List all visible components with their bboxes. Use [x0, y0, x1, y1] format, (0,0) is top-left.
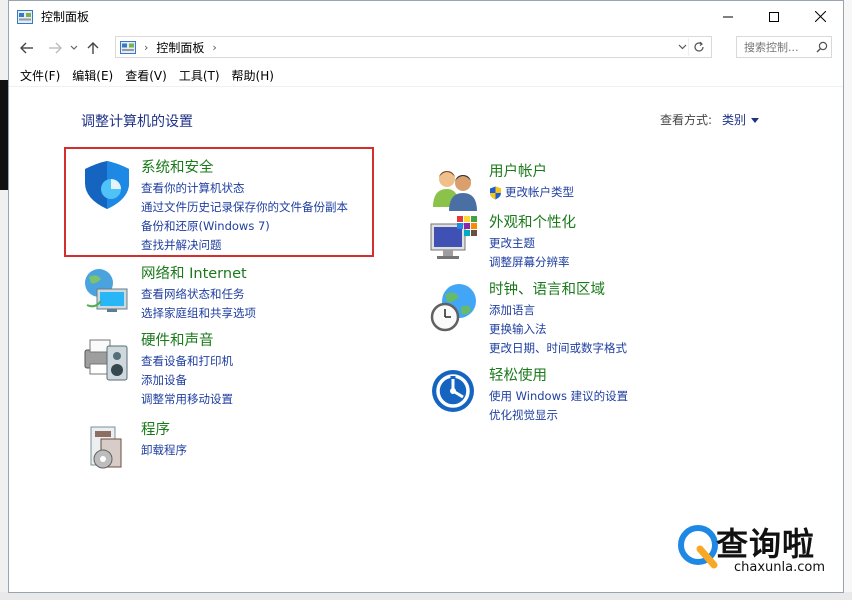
users-icon[interactable] — [429, 163, 481, 215]
page-title: 调整计算机的设置 — [81, 114, 193, 130]
link-add-device[interactable]: 添加设备 — [141, 371, 233, 390]
background-right — [844, 0, 852, 600]
arrow-up-icon — [87, 42, 99, 54]
category-programs: 程序 卸载程序 — [81, 421, 187, 473]
printer-speaker-icon[interactable] — [81, 332, 133, 384]
watermark-url: chaxunla.com — [734, 560, 825, 575]
address-bar[interactable]: › 控制面板 › — [115, 36, 712, 58]
link-date-time-format[interactable]: 更改日期、时间或数字格式 — [489, 339, 627, 358]
menu-help[interactable]: 帮助(H) — [227, 67, 279, 84]
link-recommended-settings[interactable]: 使用 Windows 建议的设置 — [489, 387, 628, 406]
category-title-ease-of-access[interactable]: 轻松使用 — [489, 367, 628, 385]
control-panel-icon — [17, 9, 33, 24]
link-network-status[interactable]: 查看网络状态和任务 — [141, 285, 256, 304]
up-button[interactable] — [81, 36, 105, 60]
menu-edit[interactable]: 编辑(E) — [67, 67, 118, 84]
category-user-accounts: 用户帐户 更改帐户类型 — [429, 163, 574, 215]
address-row: › 控制面板 › — [9, 32, 843, 64]
link-optimize-display[interactable]: 优化视觉显示 — [489, 406, 628, 425]
minimize-icon — [723, 16, 733, 17]
search-icon[interactable] — [816, 41, 828, 53]
control-panel-window: 控制面板 › 控制面板 › 搜索控制... 文件(F) 编辑(E) 查看(V) … — [8, 0, 844, 593]
link-change-theme[interactable]: 更改主题 — [489, 234, 576, 253]
view-by-label: 查看方式: — [659, 113, 712, 127]
arrow-left-icon — [20, 42, 33, 54]
control-panel-icon — [120, 40, 136, 54]
category-clock-region: 时钟、语言和区域 添加语言 更换输入法 更改日期、时间或数字格式 — [429, 281, 627, 358]
forward-button[interactable] — [43, 36, 67, 60]
category-appearance: 外观和个性化 更改主题 调整屏幕分辨率 — [429, 214, 576, 272]
category-title-hardware[interactable]: 硬件和声音 — [141, 332, 233, 350]
window-title: 控制面板 — [41, 10, 90, 24]
clock-globe-icon[interactable] — [429, 281, 481, 333]
chevron-down-icon — [70, 45, 78, 50]
view-by-dropdown[interactable]: 类别 — [722, 113, 746, 127]
uac-shield-icon — [490, 186, 501, 199]
breadcrumb-chevron-icon[interactable]: › — [212, 41, 216, 54]
breadcrumb-chevron-icon[interactable]: › — [144, 41, 148, 54]
link-screen-resolution[interactable]: 调整屏幕分辨率 — [489, 253, 576, 272]
refresh-button[interactable] — [688, 38, 709, 56]
programs-icon[interactable] — [81, 421, 133, 473]
breadcrumb-control-panel[interactable]: 控制面板 — [156, 39, 204, 56]
background-bottom — [0, 592, 852, 600]
search-box[interactable] — [736, 36, 832, 58]
menu-tools[interactable]: 工具(T) — [174, 67, 225, 84]
category-title-clock-region[interactable]: 时钟、语言和区域 — [489, 281, 627, 299]
link-devices-printers[interactable]: 查看设备和打印机 — [141, 352, 233, 371]
link-homegroup[interactable]: 选择家庭组和共享选项 — [141, 304, 256, 323]
ease-of-access-icon[interactable] — [429, 367, 481, 419]
menu-file[interactable]: 文件(F) — [15, 67, 65, 84]
menu-view[interactable]: 查看(V) — [120, 67, 172, 84]
background-left — [0, 0, 8, 600]
chevron-down-icon — [678, 44, 687, 50]
link-change-account-type[interactable]: 更改帐户类型 — [489, 183, 574, 202]
view-by: 查看方式: 类别 — [660, 111, 759, 128]
link-change-account-type-label: 更改帐户类型 — [505, 185, 574, 199]
category-hardware: 硬件和声音 查看设备和打印机 添加设备 调整常用移动设置 — [81, 332, 233, 409]
close-button[interactable] — [797, 1, 843, 32]
category-title-programs[interactable]: 程序 — [141, 421, 187, 439]
recent-locations-button[interactable] — [67, 36, 81, 60]
link-change-input-method[interactable]: 更换输入法 — [489, 320, 627, 339]
network-icon[interactable] — [81, 265, 133, 317]
minimize-button[interactable] — [705, 1, 751, 32]
link-add-language[interactable]: 添加语言 — [489, 301, 627, 320]
category-title-appearance[interactable]: 外观和个性化 — [489, 214, 576, 232]
watermark-text: 查询啦 — [716, 525, 816, 563]
background-block — [0, 80, 8, 190]
arrow-right-icon — [49, 42, 62, 54]
address-dropdown-button[interactable] — [678, 40, 687, 53]
close-icon — [814, 11, 826, 22]
watermark-logo-icon — [678, 525, 718, 569]
back-button[interactable] — [15, 36, 39, 60]
appearance-icon[interactable] — [429, 214, 481, 266]
search-input[interactable] — [742, 39, 816, 55]
menu-bar: 文件(F) 编辑(E) 查看(V) 工具(T) 帮助(H) — [9, 64, 843, 87]
category-ease-of-access: 轻松使用 使用 Windows 建议的设置 优化视觉显示 — [429, 367, 628, 425]
highlight-box — [64, 147, 374, 257]
refresh-icon — [694, 41, 704, 52]
title-bar[interactable]: 控制面板 — [9, 1, 843, 32]
category-network: 网络和 Internet 查看网络状态和任务 选择家庭组和共享选项 — [81, 265, 256, 323]
caret-down-icon[interactable] — [751, 118, 759, 123]
category-title-network[interactable]: 网络和 Internet — [141, 265, 256, 283]
link-uninstall-program[interactable]: 卸载程序 — [141, 441, 187, 460]
category-title-user-accounts[interactable]: 用户帐户 — [489, 163, 574, 181]
maximize-icon — [769, 11, 779, 22]
link-mobility-settings[interactable]: 调整常用移动设置 — [141, 390, 233, 409]
content-area: 调整计算机的设置 查看方式: 类别 系统和安全 查看你的计算机状态 通过文件历史记… — [9, 89, 843, 592]
maximize-button[interactable] — [751, 1, 797, 32]
watermark: 查询啦 chaxunla.com — [676, 519, 844, 579]
